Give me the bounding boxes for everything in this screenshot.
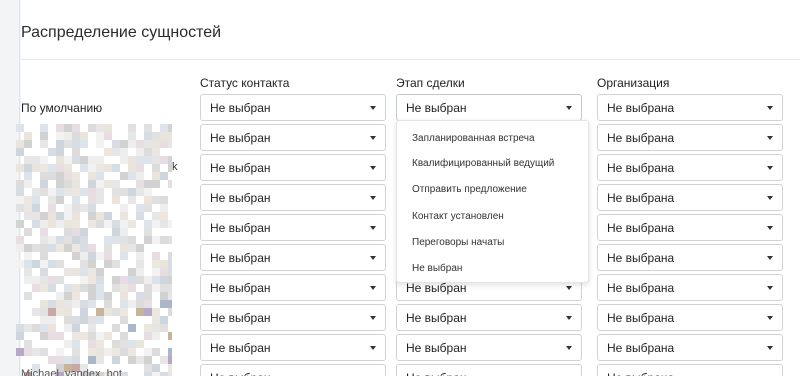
contact-status-select[interactable]: Не выбран (200, 184, 386, 211)
row-label-default: По умолчанию (21, 101, 103, 115)
caret-down-icon (767, 136, 773, 140)
redacted-user-list-mosaic (16, 124, 172, 376)
contact-status-select[interactable]: Не выбран (200, 304, 386, 331)
caret-down-icon (566, 286, 572, 290)
organization-select[interactable]: Не выбрана (597, 244, 783, 271)
caret-down-icon (370, 346, 376, 350)
caret-down-icon (767, 226, 773, 230)
select-value: Не выбрана (607, 280, 675, 295)
select-value: Не выбрана (607, 160, 675, 175)
row-label-bot: Michael_yandex_bot (21, 368, 122, 376)
caret-down-icon (566, 346, 572, 350)
caret-down-icon (767, 196, 773, 200)
organization-select[interactable]: Не выбрана (597, 214, 783, 241)
organization-select[interactable]: Не выбрана (597, 274, 783, 301)
caret-down-icon (767, 106, 773, 110)
contact-status-select[interactable]: Не выбран (200, 124, 386, 151)
deal-stage-dropdown-menu: Запланированная встреча Квалифицированны… (396, 120, 589, 283)
section-title: Распределение сущностей (21, 24, 222, 41)
partial-label-text: k (172, 161, 178, 173)
dropdown-option-qualified-lead[interactable]: Квалифицированный ведущий (412, 158, 554, 169)
organization-select[interactable]: Не выбрана (597, 184, 783, 211)
select-value: Не выбрана (607, 310, 675, 325)
select-value: Не выбрана (607, 371, 782, 376)
organization-select[interactable]: Не выбрана (597, 334, 783, 361)
caret-down-icon (767, 346, 773, 350)
title-divider (21, 59, 800, 60)
select-value: Не выбран (406, 310, 467, 325)
deal-stage-select[interactable]: Не выбран (396, 334, 582, 361)
caret-down-icon (370, 166, 376, 170)
deal-stage-select[interactable]: Не выбран (396, 304, 582, 331)
column-header-organization: Организация (597, 76, 670, 90)
select-value: Не выбран (210, 130, 271, 145)
contact-status-select[interactable]: Не выбран (200, 364, 386, 376)
select-value: Не выбран (210, 310, 271, 325)
organization-select[interactable]: Не выбрана (597, 364, 783, 376)
select-value: Не выбран (210, 190, 271, 205)
caret-down-icon (370, 286, 376, 290)
organization-select[interactable]: Не выбрана (597, 94, 783, 121)
dropdown-option-scheduled-meeting[interactable]: Запланированная встреча (412, 133, 535, 144)
select-value: Не выбран (210, 371, 385, 376)
caret-down-icon (566, 316, 572, 320)
caret-down-icon (370, 226, 376, 230)
column-header-deal-stage: Этап сделки (396, 76, 465, 90)
select-value: Не выбрана (607, 130, 675, 145)
column-header-contact-status: Статус контакта (200, 76, 290, 90)
dropdown-option-send-proposal[interactable]: Отправить предложение (412, 184, 527, 195)
contact-status-select[interactable]: Не выбран (200, 94, 386, 121)
select-value: Не выбрана (607, 250, 675, 265)
contact-status-select[interactable]: Не выбран (200, 274, 386, 301)
select-value: Не выбрана (607, 220, 675, 235)
caret-down-icon (370, 196, 376, 200)
deal-stage-select[interactable]: Не выбран (396, 364, 582, 376)
caret-down-icon (370, 316, 376, 320)
select-value: Не выбран (406, 340, 467, 355)
select-value: Не выбран (210, 160, 271, 175)
caret-down-icon (370, 136, 376, 140)
select-value: Не выбран (406, 100, 467, 115)
select-value: Не выбран (210, 250, 271, 265)
select-value: Не выбран (406, 371, 581, 376)
contact-status-select[interactable]: Не выбран (200, 154, 386, 181)
select-value: Не выбран (210, 280, 271, 295)
contact-status-select[interactable]: Не выбран (200, 214, 386, 241)
deal-stage-select[interactable]: Не выбран (396, 94, 582, 121)
organization-select[interactable]: Не выбрана (597, 124, 783, 151)
caret-down-icon (767, 256, 773, 260)
caret-down-icon (566, 106, 572, 110)
dropdown-option-not-selected[interactable]: Не выбран (412, 263, 462, 274)
organization-select[interactable]: Не выбрана (597, 154, 783, 181)
caret-down-icon (370, 106, 376, 110)
caret-down-icon (767, 316, 773, 320)
select-value: Не выбран (210, 100, 271, 115)
select-value: Не выбрана (607, 340, 675, 355)
contact-status-select[interactable]: Не выбран (200, 334, 386, 361)
dropdown-option-negotiations-started[interactable]: Переговоры начаты (412, 237, 504, 248)
contact-status-select[interactable]: Не выбран (200, 244, 386, 271)
select-value: Не выбрана (607, 190, 675, 205)
caret-down-icon (767, 166, 773, 170)
caret-down-icon (767, 286, 773, 290)
caret-down-icon (370, 256, 376, 260)
select-value: Не выбрана (607, 100, 675, 115)
select-value: Не выбран (210, 220, 271, 235)
organization-select[interactable]: Не выбрана (597, 304, 783, 331)
dropdown-option-contact-established[interactable]: Контакт установлен (412, 211, 504, 222)
select-value: Не выбран (210, 340, 271, 355)
